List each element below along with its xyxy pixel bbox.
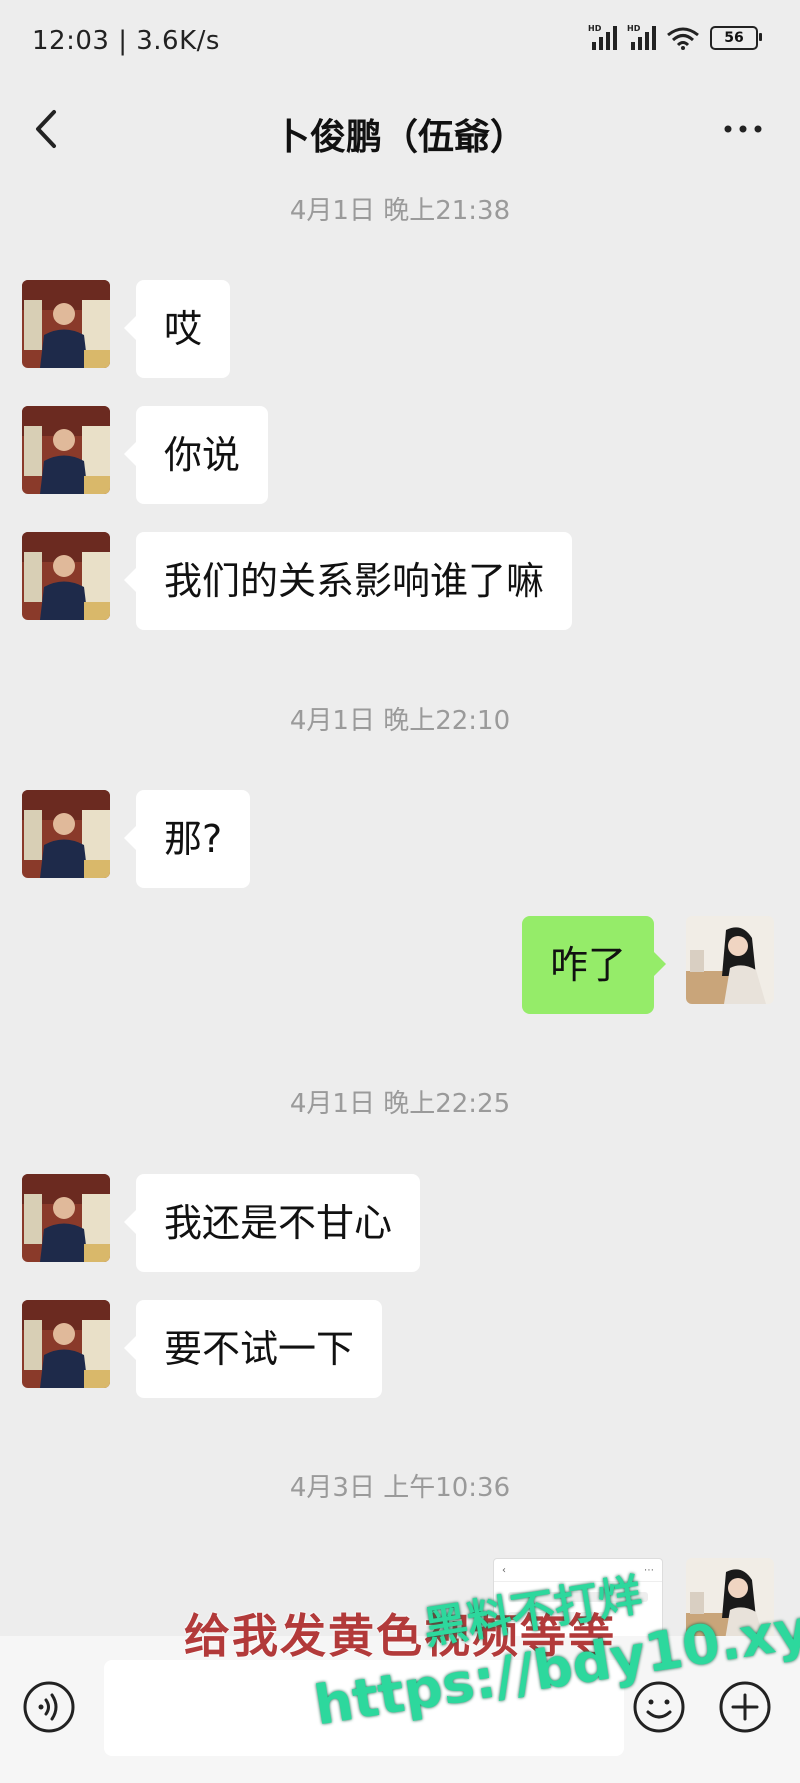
emoji-icon[interactable] <box>632 1680 686 1734</box>
chat-bubble-received[interactable]: 哎 <box>123 280 231 378</box>
message-timestamp: 4月1日 晚上22:10 <box>289 706 511 736</box>
contact-avatar[interactable] <box>22 790 110 878</box>
contact-avatar[interactable] <box>22 1174 110 1262</box>
self-avatar[interactable] <box>686 916 774 1004</box>
contact-avatar[interactable] <box>22 532 110 620</box>
chat-bubble-received[interactable]: 我还是不甘心 <box>123 1174 421 1272</box>
status-bar: 12:03 | 3.6K/s HD HD 56 <box>0 0 800 80</box>
chat-bubble-received[interactable]: 那? <box>123 790 251 888</box>
chat-bubble-received[interactable]: 我们的关系影响谁了嘛 <box>123 532 573 630</box>
chat-header: 卜俊鹏（伍爺） <box>0 80 800 176</box>
status-icons: HD HD 56 <box>588 24 762 50</box>
signal-icon: HD <box>627 24 656 50</box>
message-timestamp: 4月3日 上午10:36 <box>289 1473 511 1503</box>
plus-icon[interactable] <box>718 1680 772 1734</box>
chat-bubble-received[interactable]: 要不试一下 <box>123 1300 383 1398</box>
chat-title: 卜俊鹏（伍爺） <box>273 117 526 158</box>
contact-avatar[interactable] <box>22 406 110 494</box>
chat-bubble-sent[interactable]: 咋了 <box>522 916 667 1014</box>
voice-icon[interactable] <box>22 1680 76 1734</box>
signal-icon: HD <box>588 24 617 50</box>
contact-avatar[interactable] <box>22 280 110 368</box>
status-time: 12:03 | 3.6K/s <box>32 26 220 56</box>
wifi-icon <box>667 27 699 50</box>
contact-avatar[interactable] <box>22 1300 110 1388</box>
more-dots-icon[interactable] <box>718 106 768 152</box>
message-timestamp: 4月1日 晚上21:38 <box>289 196 511 226</box>
battery-icon: 56 <box>710 26 762 50</box>
message-timestamp: 4月1日 晚上22:25 <box>289 1089 511 1119</box>
chat-bubble-received[interactable]: 你说 <box>123 406 269 504</box>
